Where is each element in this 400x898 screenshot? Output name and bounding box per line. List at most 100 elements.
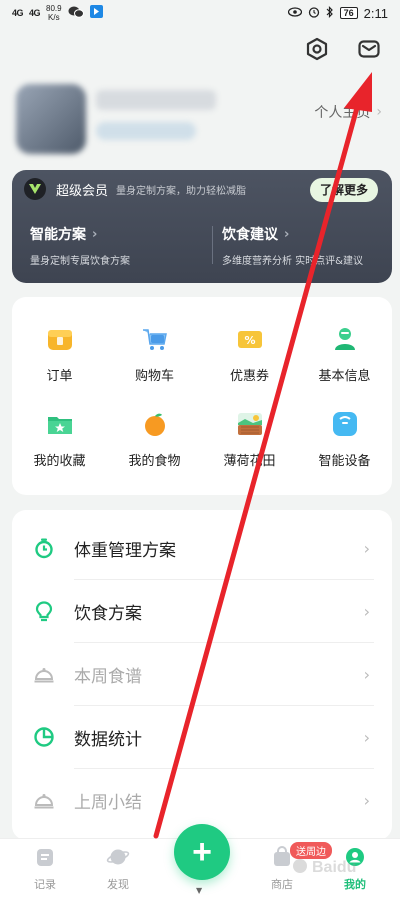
- header-actions: [304, 37, 382, 65]
- grid-label: 我的收藏: [33, 454, 86, 469]
- user-tag-blurred: [96, 122, 196, 140]
- dish-cloche-icon: [32, 662, 56, 686]
- grid-label: 订单: [46, 369, 73, 384]
- chevron-right-icon: ›: [92, 226, 98, 242]
- grid-label: 基本信息: [318, 369, 371, 384]
- status-bar: 4G 4G 80.9 K/s 76 2:11: [0, 0, 400, 26]
- username-blurred: [96, 90, 216, 110]
- vip-subtitle: 量身定制方案，助力轻松减脂: [116, 185, 247, 197]
- list-item-label: 上周小结: [74, 792, 142, 813]
- shopping-cart-icon: [139, 323, 171, 355]
- list-item-label: 体重管理方案: [74, 540, 176, 561]
- diet-advice-title: 饮食建议: [222, 227, 278, 243]
- smart-plan-entry[interactable]: 智能方案 › 量身定制专属饮食方案: [30, 224, 130, 268]
- grid-item-cart[interactable]: 购物车: [107, 311, 202, 396]
- chevron-right-icon: ›: [376, 104, 382, 120]
- clock: 2:11: [363, 5, 388, 21]
- chevron-right-icon: ›: [363, 601, 370, 621]
- grid-label: 智能设备: [318, 454, 371, 469]
- list-item-statistics[interactable]: 数据统计 ›: [12, 706, 392, 768]
- grid-item-basic-info[interactable]: 基本信息: [297, 311, 392, 396]
- personal-homepage-label: 个人主页: [314, 105, 371, 121]
- status-left: 4G 4G 80.9 K/s: [12, 4, 103, 22]
- eye-icon: [287, 6, 302, 20]
- nav-label: 发现: [107, 877, 129, 891]
- smart-scale-icon: [329, 408, 361, 440]
- smart-plan-desc: 量身定制专属饮食方案: [30, 256, 130, 267]
- smart-plan-title: 智能方案: [30, 227, 86, 243]
- svg-text:%: %: [244, 334, 255, 347]
- coupon-icon: %: [234, 323, 266, 355]
- caret-down-icon: ▼: [196, 886, 203, 895]
- grid-label: 购物车: [134, 369, 174, 384]
- add-record-fab[interactable]: +: [174, 824, 230, 880]
- pie-chart-icon: [32, 725, 56, 749]
- chevron-right-icon: ›: [284, 226, 290, 242]
- bluetooth-icon: [326, 5, 334, 21]
- list-item-last-week-summary[interactable]: 上周小结 ›: [12, 769, 392, 831]
- vip-logo-icon: [24, 178, 46, 200]
- messages-button[interactable]: [356, 38, 382, 64]
- grid-label: 我的食物: [128, 454, 181, 469]
- learn-more-button[interactable]: 了解更多: [309, 178, 378, 202]
- mail-icon: [357, 37, 381, 65]
- orange-icon: [139, 408, 171, 440]
- list-item-label: 本周食谱: [74, 666, 142, 687]
- diet-advice-title-row: 饮食建议 ›: [222, 224, 363, 244]
- smart-plan-title-row: 智能方案 ›: [30, 224, 130, 244]
- net-speed-unit: K/s: [48, 13, 60, 22]
- vip-card[interactable]: 超级会员 量身定制方案，助力轻松减脂 了解更多 智能方案 › 量身定制专属饮食方…: [12, 170, 392, 283]
- chevron-right-icon: ›: [363, 790, 370, 810]
- lightbulb-icon: [32, 599, 56, 623]
- grid-item-my-food[interactable]: 我的食物: [107, 396, 202, 481]
- alarm-icon: [308, 6, 320, 21]
- baidu-watermark-logo: Baidu: [290, 852, 380, 882]
- function-grid: 订单 购物车 % 优惠券 基本信息 我的收藏 我的食物 薄荷花田 智能设备: [12, 297, 392, 495]
- vip-title: 超级会员: [56, 183, 109, 199]
- net-speed: 80.9 K/s: [46, 4, 62, 22]
- nav-discover[interactable]: 发现: [87, 839, 149, 898]
- grid-label: 优惠券: [229, 369, 269, 384]
- grid-item-smart-devices[interactable]: 智能设备: [297, 396, 392, 481]
- profile-header: 个人主页 ›: [0, 72, 400, 164]
- list-item-weekly-recipes[interactable]: 本周食谱 ›: [12, 643, 392, 705]
- list-item-label: 数据统计: [74, 729, 142, 750]
- net-speed-value: 80.9: [46, 4, 62, 13]
- planet-icon: [106, 846, 130, 872]
- app-notification-icon: [89, 5, 103, 21]
- nav-label: 记录: [34, 877, 56, 891]
- timer-icon: [32, 536, 56, 560]
- orders-icon: [44, 323, 76, 355]
- nav-records[interactable]: 记录: [14, 839, 76, 898]
- diet-advice-entry[interactable]: 饮食建议 › 多维度营养分析 实时点评&建议: [222, 224, 363, 268]
- settings-button[interactable]: [304, 37, 330, 65]
- chevron-right-icon: ›: [363, 538, 370, 558]
- list-item-label: 饮食方案: [74, 603, 142, 624]
- list-item-diet-plan[interactable]: 饮食方案 ›: [12, 580, 392, 642]
- signal-2: 4G: [29, 8, 41, 18]
- personal-homepage-link[interactable]: 个人主页 ›: [314, 102, 382, 122]
- list-item-weight-plan[interactable]: 体重管理方案 ›: [12, 517, 392, 579]
- grid-item-coupons[interactable]: % 优惠券: [202, 311, 297, 396]
- records-notebook-icon: [34, 846, 56, 872]
- grid-item-favorites[interactable]: 我的收藏: [12, 396, 107, 481]
- signal-1: 4G: [12, 8, 24, 18]
- diet-advice-desc: 多维度营养分析 实时点评&建议: [222, 256, 363, 267]
- battery-indicator: 76: [339, 7, 358, 19]
- menu-list: 体重管理方案 › 饮食方案 › 本周食谱 › 数据统计 › 上周小结 ›: [12, 510, 392, 840]
- grid-item-orders[interactable]: 订单: [12, 311, 107, 396]
- garden-field-icon: [234, 408, 266, 440]
- vip-divider: [212, 226, 213, 264]
- grid-item-mint-garden[interactable]: 薄荷花田: [202, 396, 297, 481]
- wechat-icon: [68, 6, 84, 21]
- chevron-right-icon: ›: [363, 664, 370, 684]
- svg-text:Baidu: Baidu: [312, 859, 356, 876]
- profile-person-icon: [329, 323, 361, 355]
- avatar[interactable]: [16, 84, 86, 154]
- dish-cloche-icon: [32, 788, 56, 812]
- status-right: 76 2:11: [287, 5, 388, 21]
- favorites-folder-icon: [44, 408, 76, 440]
- settings-hexagon-icon: [305, 37, 329, 65]
- chevron-right-icon: ›: [363, 727, 370, 747]
- grid-label: 薄荷花田: [223, 454, 276, 469]
